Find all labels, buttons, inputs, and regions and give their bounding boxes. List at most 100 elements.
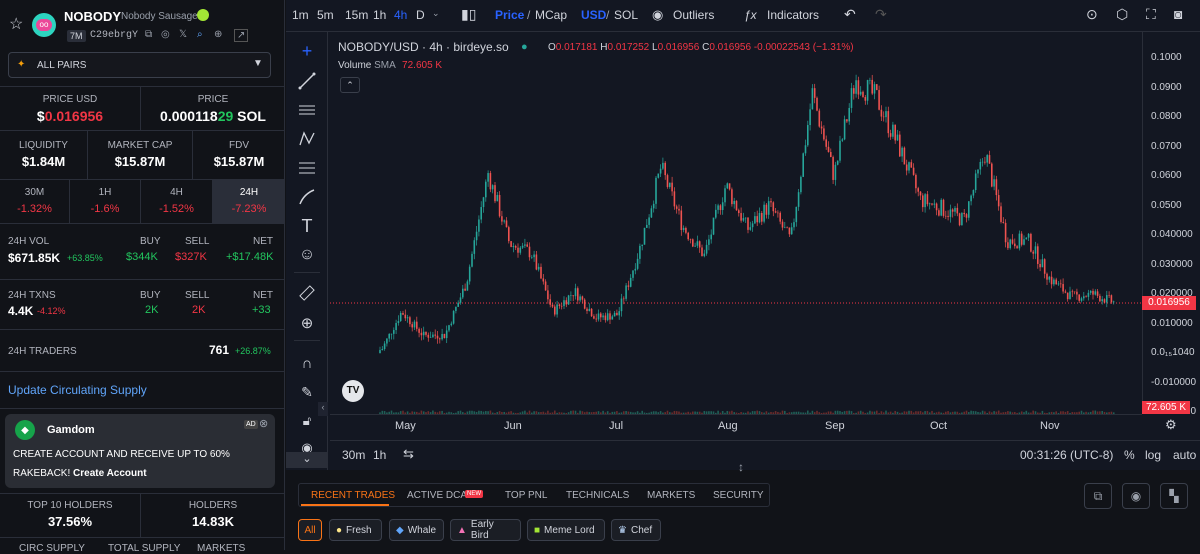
sponsored-ad[interactable]: ◆ Gamdom AD ⊗ CREATE ACCOUNT AND RECEIVE… — [5, 414, 275, 488]
candle-body — [517, 247, 519, 253]
clock-timezone[interactable]: 00:31:26 (UTC-8) — [1020, 448, 1113, 462]
percent-scale[interactable]: % — [1124, 448, 1135, 462]
pencil-lock-icon[interactable]: ✎ — [296, 381, 318, 403]
indicators-button[interactable]: Indicators — [767, 8, 819, 22]
tab-recent-trades[interactable]: RECENT TRADES — [311, 490, 395, 501]
interval-5m[interactable]: 5m — [317, 8, 334, 22]
pattern-icon[interactable] — [296, 128, 318, 150]
candle-body — [827, 146, 830, 153]
candle-body — [1020, 233, 1023, 245]
horizontal-lines-icon[interactable] — [296, 99, 318, 121]
interval-dropdown-icon[interactable]: ⌄ — [432, 8, 440, 19]
candle-body — [544, 281, 547, 291]
copy-icon[interactable]: ⧉ — [145, 29, 152, 40]
range-1h[interactable]: 1h — [373, 448, 386, 462]
candle-body — [620, 298, 623, 312]
crosshair-icon[interactable]: + — [296, 40, 318, 62]
log-scale[interactable]: log — [1145, 448, 1161, 462]
change-tab-30m[interactable]: 30M -1.32% — [0, 180, 70, 224]
x-twitter-icon[interactable]: 𝕏 — [179, 29, 187, 40]
fib-retracement-icon[interactable] — [296, 157, 318, 179]
axis-settings-icon[interactable]: ⚙ — [1165, 417, 1177, 433]
auto-scale[interactable]: auto — [1173, 448, 1196, 462]
trend-line-icon[interactable] — [296, 70, 318, 92]
change-tab-4h[interactable]: 4H -1.52% — [141, 180, 213, 224]
tab-active-dca[interactable]: ACTIVE DCA — [407, 490, 467, 501]
interval-d[interactable]: D — [416, 8, 425, 22]
time-axis[interactable]: May Jun Jul Aug Sep Oct Nov — [330, 414, 1142, 436]
search-icon[interactable]: ⌕ — [197, 29, 203, 40]
redo-icon[interactable]: ↷ — [875, 6, 887, 23]
website-icon[interactable]: ◎ — [161, 29, 170, 40]
filter-whale[interactable]: ◆ Whale — [389, 519, 444, 541]
filter-meme-lord[interactable]: ■ Meme Lord — [527, 519, 605, 541]
external-link-icon[interactable]: ↗ — [234, 29, 249, 42]
candle-body — [480, 207, 482, 220]
traders-change: +26.87% — [235, 346, 271, 356]
mcap-toggle[interactable]: MCap — [535, 8, 567, 22]
interval-1m[interactable]: 1m — [292, 8, 309, 22]
resize-handle-icon[interactable]: ↕ — [738, 460, 744, 474]
tab-security[interactable]: SECURITY — [713, 490, 764, 501]
tab-technicals[interactable]: TECHNICALS — [566, 490, 629, 501]
interval-1h[interactable]: 1h — [373, 8, 386, 22]
candle-body — [1055, 279, 1057, 285]
undo-icon[interactable]: ↶ — [844, 6, 856, 23]
token-address[interactable]: C29ebrgY — [90, 30, 138, 41]
quick-search-icon[interactable]: ⊙ — [1086, 6, 1098, 23]
candle-body — [498, 195, 501, 217]
candle-body — [613, 312, 616, 317]
ad-cta-link[interactable]: Create Account — [73, 468, 147, 479]
candle-body — [466, 281, 469, 291]
brush-icon[interactable] — [296, 186, 318, 208]
eye-icon[interactable]: ◉ — [652, 7, 663, 23]
usd-toggle[interactable]: USD — [581, 8, 606, 22]
change-tab-1h[interactable]: 1H -1.6% — [70, 180, 141, 224]
filter-fresh[interactable]: ● Fresh — [329, 519, 382, 541]
camera-icon[interactable]: ◙ — [1174, 6, 1182, 22]
emoji-icon[interactable]: ☺ — [296, 244, 318, 266]
price-toggle[interactable]: Price — [495, 8, 524, 22]
range-30m[interactable]: 30m — [342, 448, 365, 462]
candle-body — [528, 246, 531, 258]
lock-icon[interactable]: 🔓︎ — [296, 410, 318, 432]
favorite-star-icon[interactable]: ☆ — [9, 14, 23, 34]
change-tab-24h[interactable]: 24H -7.23% — [213, 180, 285, 224]
filter-early-bird[interactable]: ▲ Early Bird — [450, 519, 521, 541]
magnet-icon[interactable]: ∩ — [296, 352, 318, 374]
date-range-icon[interactable]: ⇆ — [403, 446, 414, 462]
candle-body — [602, 315, 604, 318]
token-name: Nobody Sausage — [121, 11, 198, 22]
globe-icon[interactable]: ⊕ — [214, 29, 222, 40]
layout-icon[interactable]: ▚ — [1160, 483, 1188, 509]
price-chart[interactable] — [330, 32, 1142, 414]
token-info-panel: ☆ oo NOBODY Nobody Sausage 7M C29ebrgY ⧉… — [0, 0, 285, 554]
market-cap-value: $15.87M — [114, 154, 166, 169]
filter-all[interactable]: All — [298, 519, 322, 541]
interval-15m[interactable]: 15m — [345, 8, 368, 22]
candle-body — [855, 80, 857, 94]
price-axis[interactable]: 0.1000 0.0900 0.0800 0.0700 0.0600 0.0500 0.04… — [1142, 32, 1200, 417]
close-ad-icon[interactable]: ⊗ — [259, 417, 268, 430]
text-tool-icon[interactable]: T — [296, 215, 318, 237]
scroll-down-icon[interactable]: ⌄ — [286, 452, 328, 468]
tab-top-pnl[interactable]: TOP PNL — [505, 490, 547, 501]
interval-4h[interactable]: 4h — [394, 8, 407, 22]
all-pairs-dropdown[interactable]: ✦ ALL PAIRS ▼ — [8, 52, 271, 78]
indicators-icon[interactable]: ƒx — [744, 8, 757, 22]
collapse-toolbar-icon[interactable]: ‹ — [318, 402, 328, 416]
txns-change: -4.12% — [37, 306, 66, 316]
outliers-button[interactable]: Outliers — [673, 8, 714, 22]
popout-icon[interactable]: ⧉ — [1084, 483, 1112, 509]
tab-markets[interactable]: MARKETS — [647, 490, 695, 501]
visibility-toggle-icon[interactable]: ◉ — [1122, 483, 1150, 509]
settings-gear-icon[interactable]: ⬡ — [1116, 6, 1128, 23]
fullscreen-icon[interactable]: ⛶ — [1146, 6, 1156, 23]
zoom-in-icon[interactable]: ⊕ — [296, 312, 318, 334]
update-circulating-supply-link[interactable]: Update Circulating Supply — [8, 383, 147, 397]
candles-icon[interactable]: ▮▯ — [461, 6, 476, 23]
candle-body — [399, 312, 402, 322]
filter-chef[interactable]: ♛ Chef — [611, 519, 661, 541]
sol-toggle[interactable]: SOL — [614, 8, 638, 22]
ruler-icon[interactable] — [296, 282, 318, 304]
